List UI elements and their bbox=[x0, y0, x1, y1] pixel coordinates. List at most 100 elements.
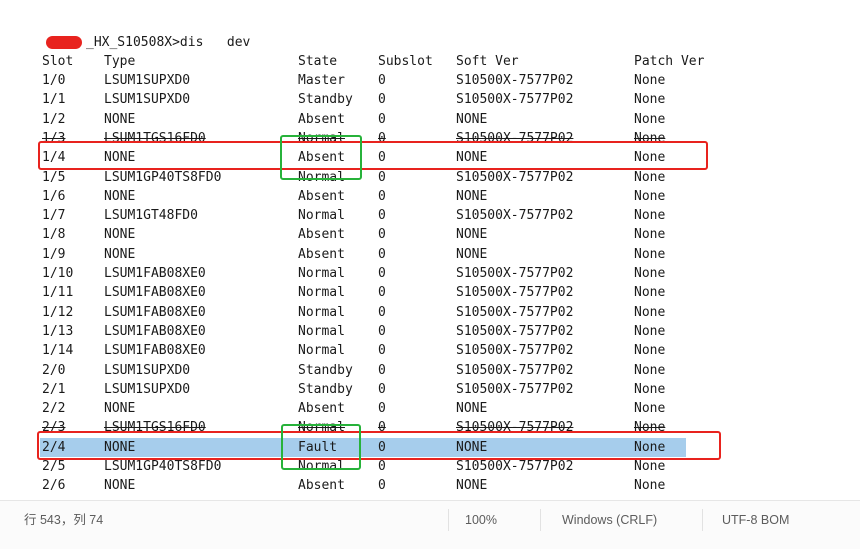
header-state: State bbox=[298, 54, 338, 69]
cell-soft-ver: NONE bbox=[456, 227, 488, 243]
cell-patch-ver: None bbox=[634, 401, 666, 417]
cell-slot: 1/1 bbox=[42, 92, 66, 108]
cell-type: NONE bbox=[104, 227, 136, 243]
cell-subslot: 0 bbox=[378, 266, 386, 281]
cell-patch-ver: None bbox=[634, 285, 666, 301]
cell-slot: 1/5 bbox=[42, 169, 66, 185]
cell-state: Standby bbox=[298, 362, 353, 378]
header-slot: Slot bbox=[42, 54, 74, 69]
zoom-level[interactable]: 100% bbox=[465, 511, 497, 529]
cell-subslot: 0 bbox=[378, 188, 386, 204]
cell-state: Normal bbox=[298, 208, 345, 224]
status-divider bbox=[448, 509, 449, 531]
cell-type: LSUM1GT48FD0 bbox=[104, 208, 198, 224]
cell-subslot: 0 bbox=[378, 227, 386, 243]
cell-subslot: 0 bbox=[378, 208, 386, 224]
cell-type: LSUM1FAB08XE0 bbox=[104, 323, 206, 339]
cell-state: Standby bbox=[298, 381, 353, 397]
cell-slot: 1/14 bbox=[42, 343, 74, 359]
cell-slot: 1/0 bbox=[42, 73, 66, 88]
table-row: 1/0 LSUM1SUPXD0 Master 0 S10500X-7577P02 None bbox=[0, 71, 860, 90]
cell-patch-ver: None bbox=[634, 169, 666, 185]
cell-soft-ver: NONE bbox=[456, 478, 488, 494]
cell-slot: 1/9 bbox=[42, 246, 66, 262]
cell-subslot: 0 bbox=[378, 401, 386, 417]
table-row: 2/1 LSUM1SUPXD0 Standby 0 S10500X-7577P02 Non… bbox=[0, 380, 860, 399]
line-ending[interactable]: Windows (CRLF) bbox=[562, 511, 657, 529]
cell-type: NONE bbox=[104, 478, 136, 494]
cell-soft-ver: NONE bbox=[456, 401, 488, 417]
cell-patch-ver: None bbox=[634, 227, 666, 243]
cell-subslot: 0 bbox=[378, 111, 386, 127]
cell-subslot: 0 bbox=[378, 169, 386, 185]
cell-patch-ver: None bbox=[634, 343, 666, 359]
cell-subslot: 0 bbox=[378, 285, 386, 301]
cell-subslot: 0 bbox=[378, 323, 386, 339]
cell-soft-ver: S10500X-7577P02 bbox=[456, 304, 574, 320]
cell-state: Normal bbox=[298, 323, 345, 339]
cell-state: Standby bbox=[298, 92, 353, 108]
header-soft-ver: Soft Ver bbox=[456, 54, 519, 69]
cell-state: Absent bbox=[298, 246, 345, 262]
cell-patch-ver: None bbox=[634, 246, 666, 262]
table-row: 1/6 NONE Absent 0 NONE None bbox=[0, 187, 860, 206]
cell-patch-ver: None bbox=[634, 266, 666, 281]
table-row: 1/5 LSUM1GP40TS8FD0 Normal 0 S10500X-7577P02… bbox=[0, 168, 860, 187]
cell-soft-ver: S10500X-7577P02 bbox=[456, 208, 574, 224]
cell-subslot: 0 bbox=[378, 92, 386, 108]
cell-type: LSUM1FAB08XE0 bbox=[104, 343, 206, 359]
red-highlight-box-slot-1-4 bbox=[38, 141, 708, 170]
cell-patch-ver: None bbox=[634, 381, 666, 397]
cell-soft-ver: S10500X-7577P02 bbox=[456, 343, 574, 359]
cell-slot: 2/6 bbox=[42, 478, 66, 494]
cell-state: Normal bbox=[298, 304, 345, 320]
cell-type: LSUM1FAB08XE0 bbox=[104, 304, 206, 320]
text-editor-area[interactable]: _HX_S10508X>dis dev Slot Type State Subs… bbox=[0, 0, 860, 500]
cell-patch-ver: None bbox=[634, 111, 666, 127]
encoding[interactable]: UTF-8 BOM bbox=[722, 511, 789, 529]
cell-patch-ver: None bbox=[634, 362, 666, 378]
table-row: 1/9 NONE Absent 0 NONE None bbox=[0, 245, 860, 264]
cell-type: LSUM1FAB08XE0 bbox=[104, 285, 206, 301]
cell-type: LSUM1FAB08XE0 bbox=[104, 266, 206, 281]
cell-subslot: 0 bbox=[378, 381, 386, 397]
table-row: 1/8 NONE Absent 0 NONE None bbox=[0, 225, 860, 244]
cell-state: Absent bbox=[298, 227, 345, 243]
cell-type: NONE bbox=[104, 246, 136, 262]
cell-type: NONE bbox=[104, 188, 136, 204]
cell-slot: 1/8 bbox=[42, 227, 66, 243]
cell-patch-ver: None bbox=[634, 188, 666, 204]
table-row: 2/0 LSUM1SUPXD0 Standby 0 S10500X-7577P02 Non… bbox=[0, 361, 860, 380]
cell-subslot: 0 bbox=[378, 73, 386, 88]
table-row: 2/6 NONE Absent 0 NONE None bbox=[0, 476, 860, 495]
cell-slot: 1/6 bbox=[42, 188, 66, 204]
cell-type: LSUM1SUPXD0 bbox=[104, 362, 191, 378]
cell-type: LSUM1SUPXD0 bbox=[104, 381, 191, 397]
cell-type: LSUM1GP40TS8FD0 bbox=[104, 169, 222, 185]
header-type: Type bbox=[104, 54, 136, 69]
cell-state: Normal bbox=[298, 285, 345, 301]
header-patch-ver: Patch Ver bbox=[634, 54, 705, 69]
cell-soft-ver: S10500X-7577P02 bbox=[456, 92, 574, 108]
table-row: 2/2 NONE Absent 0 NONE None bbox=[0, 399, 860, 418]
cell-slot: 2/0 bbox=[42, 362, 66, 378]
green-highlight-box-slot-1-4-state bbox=[280, 135, 362, 180]
cell-soft-ver: NONE bbox=[456, 188, 488, 204]
table-row: 1/1 LSUM1SUPXD0 Standby 0 S10500X-7577P02 Non… bbox=[0, 90, 860, 109]
cell-soft-ver: S10500X-7577P02 bbox=[456, 381, 574, 397]
cell-slot: 1/11 bbox=[42, 285, 74, 301]
table-row: 1/10 LSUM1FAB08XE0 Normal 0 S10500X-7577P02 N… bbox=[0, 264, 860, 283]
cell-soft-ver: NONE bbox=[456, 246, 488, 262]
table-row: 1/7 LSUM1GT48FD0 Normal 0 S10500X-7577P02 Non… bbox=[0, 206, 860, 225]
cell-type: LSUM1SUPXD0 bbox=[104, 73, 191, 88]
cell-subslot: 0 bbox=[378, 343, 386, 359]
cell-subslot: 0 bbox=[378, 478, 386, 494]
cell-state: Normal bbox=[298, 343, 345, 359]
table-row: 1/13 LSUM1FAB08XE0 Normal 0 S10500X-7577P02 N… bbox=[0, 322, 860, 341]
cell-type: NONE bbox=[104, 111, 136, 127]
cell-state: Absent bbox=[298, 401, 345, 417]
cell-soft-ver: S10500X-7577P02 bbox=[456, 323, 574, 339]
table-row: 1/11 LSUM1FAB08XE0 Normal 0 S10500X-7577P02 N… bbox=[0, 283, 860, 302]
cell-state: Normal bbox=[298, 266, 345, 281]
cell-subslot: 0 bbox=[378, 362, 386, 378]
